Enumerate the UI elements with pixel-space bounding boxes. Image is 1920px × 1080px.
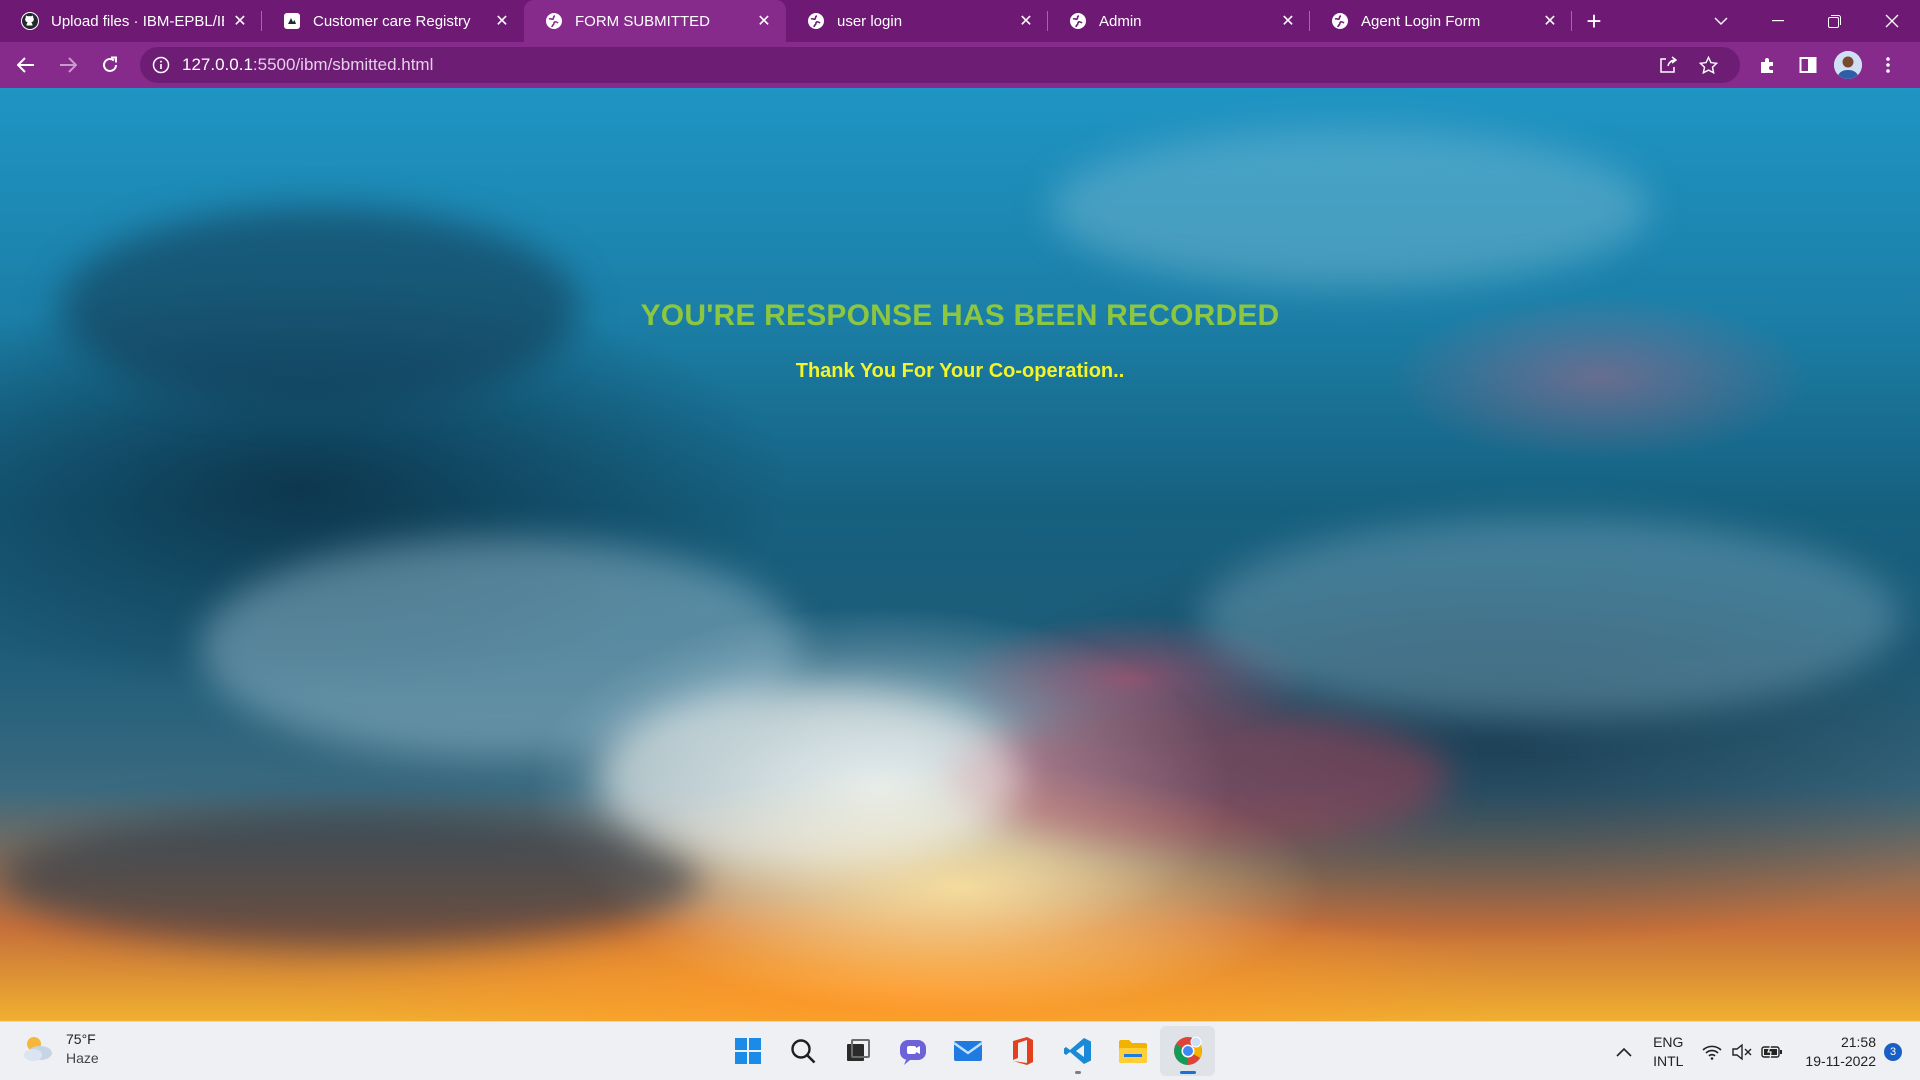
tab-close-icon[interactable]: ✕ xyxy=(230,11,250,31)
browser-tab-strip: Upload files · IBM-EPBL/IBM ✕ Customer c… xyxy=(0,0,1920,42)
file-explorer-icon[interactable] xyxy=(1105,1026,1160,1076)
speaker-muted-icon[interactable] xyxy=(1727,1037,1757,1067)
cloud-shape xyxy=(1050,128,1650,288)
notification-count-badge[interactable]: 3 xyxy=(1884,1042,1902,1061)
extensions-puzzle-icon[interactable] xyxy=(1748,45,1788,85)
close-window-button[interactable] xyxy=(1863,0,1920,42)
new-tab-button[interactable]: + xyxy=(1572,0,1616,42)
cloud-shape xyxy=(1200,518,1900,718)
search-icon[interactable] xyxy=(775,1026,830,1076)
teams-chat-icon[interactable] xyxy=(885,1026,940,1076)
clock[interactable]: 21:58 19-11-2022 xyxy=(1805,1033,1876,1071)
site-info-icon[interactable] xyxy=(152,56,170,74)
browser-menu-icon[interactable] xyxy=(1868,45,1908,85)
reload-button[interactable] xyxy=(90,45,130,85)
tab-agent-login-form[interactable]: Agent Login Form ✕ xyxy=(1310,0,1572,42)
tab-title: FORM SUBMITTED xyxy=(575,12,710,30)
minimize-button[interactable] xyxy=(1749,0,1806,42)
start-button[interactable] xyxy=(720,1026,775,1076)
tab-admin[interactable]: Admin ✕ xyxy=(1048,0,1310,42)
globe-icon xyxy=(544,12,563,31)
back-button[interactable] xyxy=(6,45,46,85)
forward-button[interactable] xyxy=(48,45,88,85)
cloud-shape xyxy=(0,808,700,948)
cloud-shape xyxy=(600,688,1020,868)
share-icon[interactable] xyxy=(1648,56,1688,74)
language-code: ENG xyxy=(1653,1033,1684,1050)
tab-title: user login xyxy=(837,12,903,30)
confirmation-heading: YOU'RE RESPONSE HAS BEEN RECORDED xyxy=(640,299,1280,332)
weather-temperature: 75°F xyxy=(66,1031,96,1047)
window-controls xyxy=(1692,0,1920,42)
vscode-icon[interactable] xyxy=(1050,1026,1105,1076)
side-panel-icon[interactable] xyxy=(1788,45,1828,85)
tab-form-submitted[interactable]: FORM SUBMITTED ✕ xyxy=(524,0,786,42)
toolbar-actions xyxy=(1748,45,1908,85)
tab-divider xyxy=(1571,11,1572,31)
input-language-indicator[interactable]: ENG INTL xyxy=(1653,1033,1683,1071)
thank-you-message: Thank You For Your Co-operation.. xyxy=(795,360,1125,382)
github-icon xyxy=(20,12,39,31)
tab-close-icon[interactable]: ✕ xyxy=(1278,11,1298,31)
tab-title: Upload files · IBM-EPBL/IBM xyxy=(51,12,224,30)
cloud-shape xyxy=(950,708,1450,848)
weather-condition: Haze xyxy=(66,1050,99,1066)
windows-taskbar: 75°F Haze ENG INTL 21:58 19-11-2022 3 xyxy=(0,1021,1920,1080)
weather-widget[interactable]: 75°F Haze xyxy=(20,1030,99,1068)
office-icon[interactable] xyxy=(995,1026,1050,1076)
url-path: :5500/ibm/sbmitted.html xyxy=(252,55,434,74)
tab-customer-care-registry[interactable]: Customer care Registry ✕ xyxy=(262,0,524,42)
tab-title: Agent Login Form xyxy=(1361,12,1481,30)
battery-charging-icon[interactable] xyxy=(1757,1037,1787,1067)
restore-button[interactable] xyxy=(1806,0,1863,42)
url-host: 127.0.0.1 xyxy=(182,55,253,74)
tab-close-icon[interactable]: ✕ xyxy=(754,11,774,31)
task-view-icon[interactable] xyxy=(830,1026,885,1076)
weather-haze-icon xyxy=(20,1031,56,1067)
tab-close-icon[interactable]: ✕ xyxy=(1016,11,1036,31)
site-logo-icon xyxy=(282,12,301,31)
profile-avatar[interactable] xyxy=(1828,45,1868,85)
mail-icon[interactable] xyxy=(940,1026,995,1076)
keyboard-layout: INTL xyxy=(1653,1052,1684,1069)
tab-close-icon[interactable]: ✕ xyxy=(1540,11,1560,31)
tab-user-login[interactable]: user login ✕ xyxy=(786,0,1048,42)
system-tray: ENG INTL 21:58 19-11-2022 3 xyxy=(1609,1022,1920,1080)
globe-icon xyxy=(806,12,825,31)
pinned-apps xyxy=(720,1026,1215,1076)
tab-search-chevron-icon[interactable] xyxy=(1692,0,1749,42)
clock-time: 21:58 xyxy=(1840,1033,1876,1050)
running-indicator xyxy=(1179,1071,1196,1074)
tab-title: Admin xyxy=(1099,12,1142,30)
page-background-sky: YOU'RE RESPONSE HAS BEEN RECORDED Thank … xyxy=(0,88,1920,1021)
show-hidden-icons-chevron-icon[interactable] xyxy=(1609,1037,1639,1067)
chrome-icon[interactable] xyxy=(1160,1026,1215,1076)
clock-date: 19-11-2022 xyxy=(1805,1052,1876,1069)
globe-icon xyxy=(1330,12,1349,31)
browser-toolbar: 127.0.0.1:5500/ibm/sbmitted.html xyxy=(0,42,1920,88)
tab-upload-files[interactable]: Upload files · IBM-EPBL/IBM ✕ xyxy=(0,0,262,42)
address-bar[interactable]: 127.0.0.1:5500/ibm/sbmitted.html xyxy=(140,47,1740,83)
tab-title: Customer care Registry xyxy=(313,12,471,30)
tab-close-icon[interactable]: ✕ xyxy=(492,11,512,31)
bookmark-star-icon[interactable] xyxy=(1688,55,1728,75)
running-indicator xyxy=(1074,1071,1081,1074)
globe-icon xyxy=(1068,12,1087,31)
wifi-icon[interactable] xyxy=(1697,1037,1727,1067)
